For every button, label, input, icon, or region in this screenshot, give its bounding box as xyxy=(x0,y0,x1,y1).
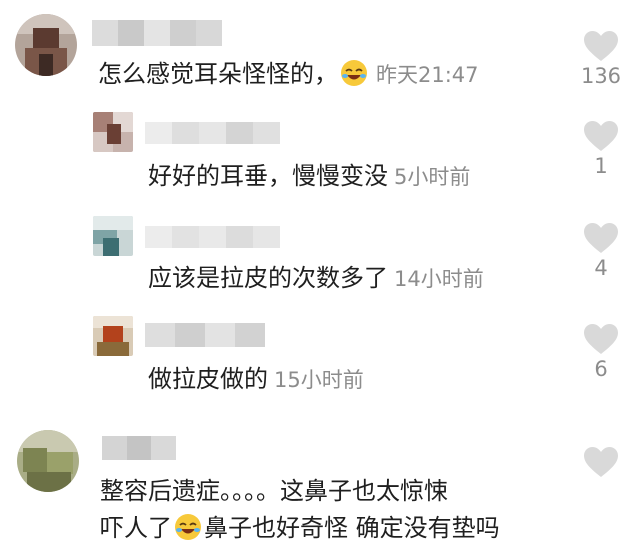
heart-icon xyxy=(584,31,618,61)
comment-text-line2: 吓人了 鼻子也好奇怪 确定没有垫吗 xyxy=(100,510,500,546)
like-count: 6 xyxy=(594,357,608,381)
like-button[interactable]: 136 xyxy=(571,30,631,88)
like-button[interactable]: 6 xyxy=(571,323,631,381)
comment-text: 怎么感觉耳朵怪怪的， 昨天21:47 xyxy=(98,56,479,93)
comment-reply: 好好的耳垂，慢慢变没 5小时前 1 xyxy=(0,110,640,208)
comment-reply: 做拉皮做的 15小时前 6 xyxy=(0,313,640,411)
avatar[interactable] xyxy=(93,216,133,256)
comment-body: 鼻子也好奇怪 确定没有垫吗 xyxy=(204,514,500,542)
comment-body: 应该是拉皮的次数多了 xyxy=(148,264,388,292)
avatar[interactable] xyxy=(93,112,133,152)
timestamp: 14小时前 xyxy=(394,267,484,291)
rofl-emoji-icon xyxy=(175,514,201,540)
like-count: 136 xyxy=(580,64,622,88)
rofl-emoji-icon xyxy=(341,60,367,86)
username-blurred[interactable] xyxy=(145,122,280,144)
heart-icon xyxy=(584,447,618,477)
like-count: 4 xyxy=(594,256,608,280)
username-blurred[interactable] xyxy=(92,20,222,46)
comment-text: 好好的耳垂，慢慢变没 5小时前 xyxy=(148,158,470,195)
comment-body: 整容后遗症。。。。这鼻子也太惊悚 xyxy=(100,477,448,505)
avatar[interactable] xyxy=(17,430,79,492)
heart-icon xyxy=(584,223,618,253)
heart-icon xyxy=(584,324,618,354)
comment-text: 做拉皮做的 15小时前 xyxy=(148,361,364,398)
timestamp: 昨天21:47 xyxy=(376,63,479,87)
comment-reply: 应该是拉皮的次数多了 14小时前 4 xyxy=(0,212,640,312)
timestamp: 15小时前 xyxy=(274,368,364,392)
comment-body: 好好的耳垂，慢慢变没 xyxy=(148,162,388,190)
comment-top-level: 怎么感觉耳朵怪怪的， 昨天21:47 136 xyxy=(0,0,640,110)
comment-body: 做拉皮做的 xyxy=(148,365,268,393)
comment-body: 怎么感觉耳朵怪怪的， xyxy=(98,60,338,88)
like-button[interactable]: 4 xyxy=(571,222,631,280)
comment-body: 吓人了 xyxy=(100,514,172,542)
like-button[interactable] xyxy=(571,446,631,478)
username-blurred[interactable] xyxy=(145,323,265,347)
username-blurred[interactable] xyxy=(145,226,280,248)
comment-text: 应该是拉皮的次数多了 14小时前 xyxy=(148,260,484,297)
like-count: 1 xyxy=(594,154,608,178)
username-blurred[interactable] xyxy=(102,436,177,460)
heart-icon xyxy=(584,121,618,151)
timestamp: 5小时前 xyxy=(394,165,471,189)
comment-top-level: 整容后遗症。。。。这鼻子也太惊悚 吓人了 鼻子也好奇怪 确定没有垫吗 xyxy=(0,418,640,555)
avatar[interactable] xyxy=(15,14,77,76)
like-button[interactable]: 1 xyxy=(571,120,631,178)
comment-text-line1: 整容后遗症。。。。这鼻子也太惊悚 xyxy=(100,473,448,509)
avatar[interactable] xyxy=(93,316,133,356)
